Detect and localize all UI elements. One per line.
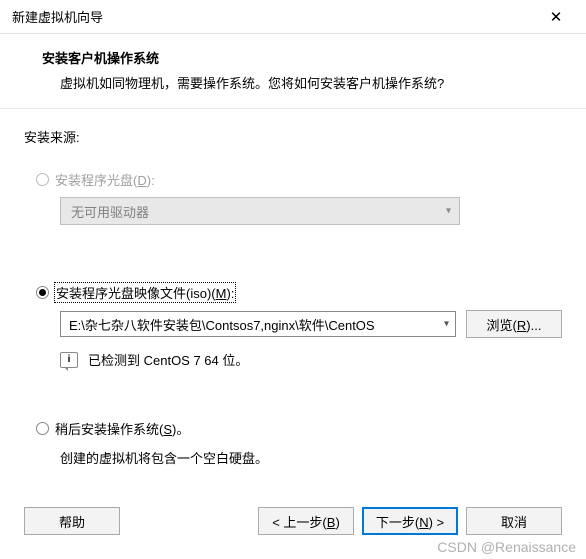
watermark: CSDN @Renaissance <box>437 539 576 555</box>
back-button[interactable]: < 上一步(B) <box>258 507 354 535</box>
later-hint: 创建的虚拟机将包含一个空白硬盘。 <box>60 448 562 467</box>
radio-iso[interactable] <box>36 286 49 299</box>
radio-later-label: 稍后安装操作系统(S)。 <box>55 419 189 438</box>
radio-disc <box>36 173 49 186</box>
cancel-button[interactable]: 取消 <box>466 507 562 535</box>
help-button[interactable]: 帮助 <box>24 507 120 535</box>
radio-later[interactable] <box>36 422 49 435</box>
footer-buttons: 帮助 < 上一步(B) 下一步(N) > 取消 <box>0 507 586 535</box>
radio-iso-row[interactable]: 安装程序光盘映像文件(iso)(M): <box>36 283 562 302</box>
close-icon: ✕ <box>550 8 563 26</box>
content-area: 安装来源: 安装程序光盘(D): 无可用驱动器 ▾ 安装程序光盘映像文件(iso… <box>0 109 586 487</box>
header-subtitle: 虚拟机如同物理机，需要操作系统。您将如何安装客户机操作系统? <box>24 73 562 92</box>
radio-iso-label: 安装程序光盘映像文件(iso)(M): <box>55 283 235 302</box>
info-icon: i <box>60 352 78 368</box>
install-source-label: 安装来源: <box>24 127 562 146</box>
radio-later-row[interactable]: 稍后安装操作系统(S)。 <box>36 419 562 438</box>
iso-path-value: E:\杂七杂八软件安装包\Contsos7,nginx\软件\CentOS <box>69 315 375 334</box>
option-later: 稍后安装操作系统(S)。 创建的虚拟机将包含一个空白硬盘。 <box>24 419 562 467</box>
next-button[interactable]: 下一步(N) > <box>362 507 458 535</box>
radio-disc-label: 安装程序光盘(D): <box>55 170 155 189</box>
disc-drive-combo: 无可用驱动器 ▾ <box>60 197 460 225</box>
wizard-header: 安装客户机操作系统 虚拟机如同物理机，需要操作系统。您将如何安装客户机操作系统? <box>0 34 586 108</box>
window-title: 新建虚拟机向导 <box>12 7 103 26</box>
header-title: 安装客户机操作系统 <box>24 48 562 67</box>
titlebar: 新建虚拟机向导 ✕ <box>0 0 586 34</box>
iso-path-combo[interactable]: E:\杂七杂八软件安装包\Contsos7,nginx\软件\CentOS ▾ <box>60 311 456 337</box>
radio-disc-row: 安装程序光盘(D): <box>36 170 562 189</box>
option-disc: 安装程序光盘(D): 无可用驱动器 ▾ <box>24 170 562 225</box>
option-iso: 安装程序光盘映像文件(iso)(M): E:\杂七杂八软件安装包\Contsos… <box>24 283 562 369</box>
chevron-down-icon: ▾ <box>446 206 451 217</box>
browse-button[interactable]: 浏览(R)... <box>466 310 562 338</box>
chevron-down-icon: ▾ <box>444 319 449 330</box>
disc-drive-value: 无可用驱动器 <box>71 202 149 221</box>
close-button[interactable]: ✕ <box>536 3 576 31</box>
detected-text: 已检测到 CentOS 7 64 位。 <box>88 350 248 369</box>
detect-row: i 已检测到 CentOS 7 64 位。 <box>60 350 562 369</box>
